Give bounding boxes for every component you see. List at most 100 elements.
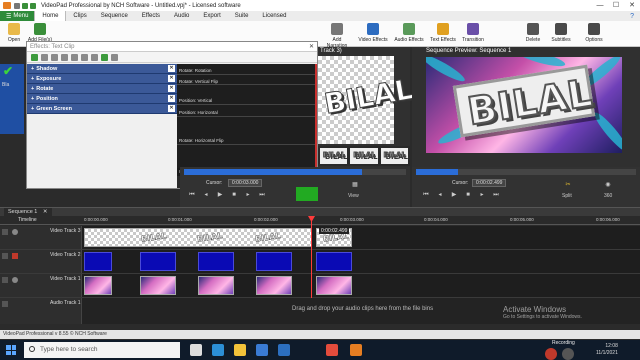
video-clip[interactable] (256, 252, 292, 271)
step-forward-icon[interactable]: ▸ (244, 191, 252, 199)
tab-clips[interactable]: Clips (66, 11, 93, 21)
vr-360-icon[interactable]: ◉ (602, 181, 614, 189)
sequence-cursor-value[interactable]: 0:00:02.499 (472, 179, 507, 187)
mail-icon[interactable] (278, 344, 290, 356)
image-clip[interactable] (198, 276, 234, 295)
record-icon[interactable] (12, 253, 18, 259)
file-explorer-icon[interactable] (234, 344, 246, 356)
effect-row-shadow[interactable]: + Shadow ✕ (27, 64, 177, 74)
remove-effect-x-icon[interactable]: ✕ (168, 105, 175, 112)
tab-licensed[interactable]: Licensed (255, 11, 293, 21)
track-collapse-icon[interactable] (2, 253, 8, 259)
step-back-icon[interactable]: ◂ (436, 191, 444, 199)
clip-thumbnail[interactable]: BILAL (380, 148, 408, 164)
add-narration-button[interactable]: Add Narration (322, 23, 352, 49)
add-effect-icon[interactable] (31, 53, 38, 61)
image-clip[interactable] (316, 276, 352, 295)
view-icon[interactable]: ▦ (348, 181, 362, 189)
text-effects-button[interactable]: Text Effects (428, 23, 458, 43)
clip-thumbnail[interactable]: BILAL (350, 148, 378, 164)
effect-row-rotate[interactable]: + Rotate ✕ (27, 84, 177, 94)
eye-icon[interactable] (12, 229, 18, 235)
sequence-scrub-bar[interactable] (416, 169, 636, 175)
close-sequence-tab-icon[interactable]: ✕ (43, 209, 48, 215)
remove-effect-x-icon[interactable]: ✕ (168, 65, 175, 72)
chrome-icon[interactable] (326, 344, 338, 356)
keyframe-graph[interactable]: Rotate: Rotation Rotate: Vertical Flip P… (177, 64, 317, 168)
record-pause-icon[interactable] (562, 348, 574, 360)
main-menu-button[interactable]: ☰ Menu (0, 11, 35, 21)
video-clip[interactable] (198, 252, 234, 271)
minimize-button[interactable]: — (592, 0, 608, 11)
skip-forward-icon[interactable]: ⏭ (492, 191, 500, 199)
step-forward-icon[interactable]: ▸ (478, 191, 486, 199)
track-collapse-icon[interactable] (2, 277, 8, 283)
split-icon[interactable]: ✂ (562, 181, 574, 189)
transition-button[interactable]: Transition (460, 23, 486, 43)
maximize-button[interactable]: ☐ (608, 0, 624, 11)
clip-thumbnail[interactable]: BILAL (320, 148, 348, 164)
edge-icon[interactable] (212, 344, 224, 356)
store-icon[interactable] (256, 344, 268, 356)
video-clip[interactable] (316, 252, 352, 271)
save-quick-icon[interactable] (14, 2, 20, 9)
add-files-button[interactable]: Add File(s) (26, 23, 54, 43)
remove-effect-icon[interactable] (41, 53, 48, 61)
delete-button[interactable]: Delete (522, 23, 544, 43)
tab-sequence[interactable]: Sequence (94, 11, 135, 21)
clip-preview-canvas[interactable]: BILAL (318, 56, 416, 144)
open-button[interactable]: Open (4, 23, 24, 43)
timeline-ruler[interactable]: Timeline 0:00:00.000 0:00:01.000 0:00:02… (0, 216, 640, 225)
place-on-sequence-button[interactable] (296, 187, 318, 201)
remove-effect-x-icon[interactable]: ✕ (168, 95, 175, 102)
help-icon[interactable]: ? (630, 13, 640, 20)
tab-audio[interactable]: Audio (167, 11, 196, 21)
image-clip[interactable] (140, 276, 176, 295)
effect-row-green-screen[interactable]: + Green Screen ✕ (27, 104, 177, 114)
copy-icon[interactable] (81, 53, 88, 61)
effect-row-position[interactable]: + Position ✕ (27, 94, 177, 104)
image-clip[interactable] (256, 276, 292, 295)
sequence-preview-video[interactable]: BILAL (426, 57, 622, 153)
remove-effect-x-icon[interactable]: ✕ (168, 75, 175, 82)
video-clip[interactable] (84, 252, 112, 271)
play-effect-icon[interactable] (101, 53, 108, 61)
video-clip[interactable] (140, 252, 176, 271)
audio-effects-button[interactable]: Audio Effects (392, 23, 426, 43)
effect-row-exposure[interactable]: + Exposure ✕ (27, 74, 177, 84)
settings-icon[interactable] (111, 53, 118, 61)
taskbar-clock[interactable]: 12:08 11/1/2021 (596, 343, 618, 357)
subtitles-button[interactable]: Subtitles (548, 23, 574, 43)
windows-start-icon[interactable] (6, 345, 16, 355)
step-back-icon[interactable]: ◂ (202, 191, 210, 199)
clip-cursor-value[interactable]: 0:00:03.000 (228, 179, 263, 187)
skip-forward-icon[interactable]: ⏭ (258, 191, 266, 199)
timeline-playhead[interactable] (311, 216, 312, 298)
paste-icon[interactable] (91, 53, 98, 61)
skip-back-icon[interactable]: ⏮ (422, 191, 430, 199)
track-collapse-icon[interactable] (2, 301, 8, 307)
track-collapse-icon[interactable] (2, 229, 8, 235)
tab-suite[interactable]: Suite (228, 11, 256, 21)
remove-effect-x-icon[interactable]: ✕ (168, 85, 175, 92)
text-clip[interactable]: BILAL BILAL BILAL (84, 228, 312, 247)
record-stop-icon[interactable] (545, 348, 557, 360)
close-button[interactable]: ✕ (624, 0, 640, 11)
bin-item-label[interactable]: Bla (0, 82, 24, 88)
stop-icon[interactable]: ■ (464, 191, 472, 199)
move-down-icon[interactable] (61, 53, 68, 61)
play-icon[interactable]: ▶ (450, 191, 458, 199)
tab-effects[interactable]: Effects (135, 11, 167, 21)
keyframe-icon[interactable] (71, 53, 78, 61)
skip-back-icon[interactable]: ⏮ (188, 191, 196, 199)
tab-home[interactable]: Home (34, 11, 67, 21)
videopad-icon[interactable] (350, 344, 362, 356)
taskbar-search-input[interactable]: Type here to search (24, 342, 180, 358)
redo-quick-icon[interactable] (30, 2, 36, 9)
options-button[interactable]: Options (582, 23, 606, 43)
play-icon[interactable]: ▶ (216, 191, 224, 199)
move-up-icon[interactable] (51, 53, 58, 61)
stop-icon[interactable]: ■ (230, 191, 238, 199)
image-clip[interactable] (84, 276, 112, 295)
eye-icon[interactable] (12, 277, 18, 283)
